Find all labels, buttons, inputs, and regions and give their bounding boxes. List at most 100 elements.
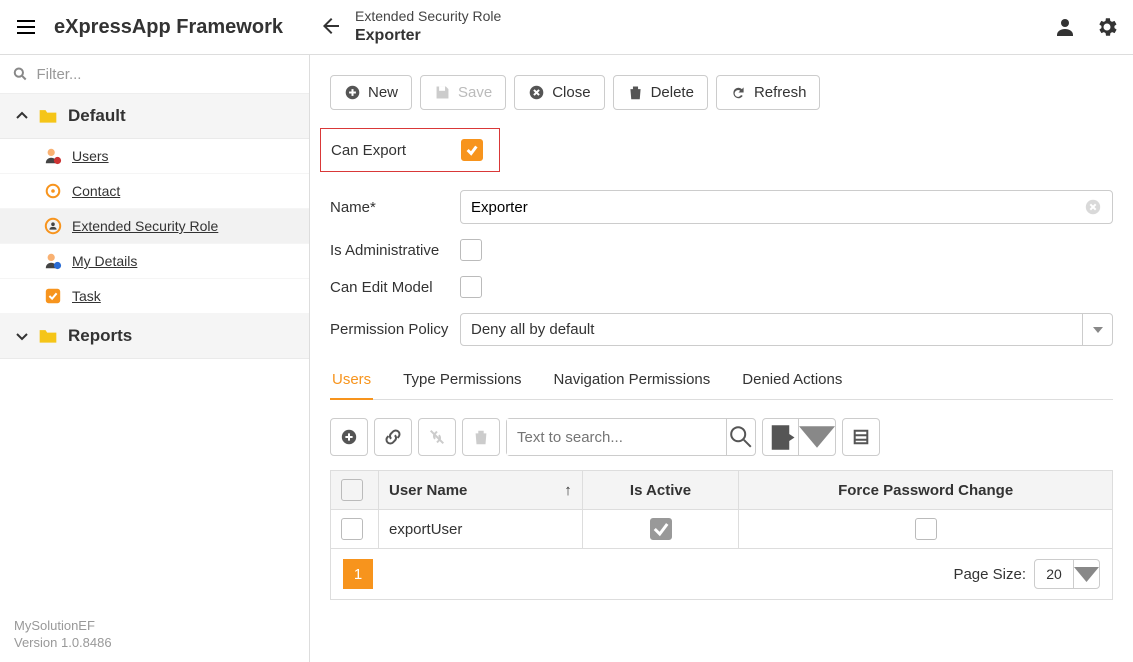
main-toolbar: New Save Close Delete Refresh xyxy=(330,75,1113,110)
can-edit-model-checkbox[interactable] xyxy=(460,276,482,298)
task-icon xyxy=(44,287,62,305)
trash-icon xyxy=(472,428,490,446)
delete-button[interactable]: Delete xyxy=(613,75,708,110)
top-bar: eXpressApp Framework Extended Security R… xyxy=(0,0,1133,55)
sidebar-item-label: Contact xyxy=(72,183,120,199)
tab-users[interactable]: Users xyxy=(330,361,373,400)
folder-icon xyxy=(38,107,58,125)
col-is-active[interactable]: Is Active xyxy=(582,471,739,510)
hamburger-icon[interactable] xyxy=(14,15,38,39)
close-circle-icon xyxy=(528,84,545,101)
columns-icon xyxy=(852,428,870,446)
refresh-button[interactable]: Refresh xyxy=(716,75,821,110)
nav-group-reports[interactable]: Reports xyxy=(0,314,309,359)
floppy-icon xyxy=(434,84,451,101)
sort-asc-icon: ↑ xyxy=(564,482,572,499)
select-all-checkbox[interactable] xyxy=(341,479,363,501)
sidebar-item-my-details[interactable]: My Details xyxy=(0,244,309,279)
cell-is-active-checkbox[interactable] xyxy=(650,518,672,540)
delete-row-button[interactable] xyxy=(462,418,500,456)
name-row: Name* xyxy=(330,190,1113,224)
breadcrumb: Extended Security Role xyxy=(355,8,501,26)
page-size-select[interactable]: 20 xyxy=(1034,559,1100,589)
users-sub-toolbar xyxy=(330,418,1113,456)
page-title: Exporter xyxy=(355,26,501,46)
sidebar-item-security-role[interactable]: Extended Security Role xyxy=(0,209,309,244)
back-icon[interactable] xyxy=(319,14,343,41)
page-number[interactable]: 1 xyxy=(343,559,373,589)
sidebar-item-users[interactable]: Users xyxy=(0,139,309,174)
table-row[interactable]: exportUser xyxy=(331,510,1113,549)
grid-search-box xyxy=(506,418,756,456)
user-role-icon xyxy=(44,147,62,165)
main-content: New Save Close Delete Refresh Can Export xyxy=(310,55,1133,662)
plus-circle-icon xyxy=(340,428,358,446)
table-header-row: User Name ↑ Is Active Force Password Cha… xyxy=(331,471,1113,510)
refresh-icon xyxy=(730,84,747,101)
col-user-name[interactable]: User Name ↑ xyxy=(379,471,583,510)
magnifier-icon xyxy=(12,65,28,83)
permission-policy-select[interactable]: Deny all by default xyxy=(460,313,1113,346)
close-button[interactable]: Close xyxy=(514,75,604,110)
cell-user-name: exportUser xyxy=(379,510,583,549)
field-label: Can Edit Model xyxy=(330,279,460,296)
contact-icon xyxy=(44,182,62,200)
is-admin-checkbox[interactable] xyxy=(460,239,482,261)
save-button[interactable]: Save xyxy=(420,75,506,110)
can-edit-model-row: Can Edit Model xyxy=(330,276,1113,298)
filter-input[interactable] xyxy=(36,66,297,83)
settings-icon[interactable] xyxy=(1095,15,1119,39)
folder-icon xyxy=(38,327,58,345)
security-role-icon xyxy=(44,217,62,235)
col-force-pw[interactable]: Force Password Change xyxy=(739,471,1113,510)
chevron-down-icon[interactable] xyxy=(799,419,835,455)
sidebar-item-label: Task xyxy=(72,288,101,304)
page-size-value: 20 xyxy=(1035,560,1073,588)
link-button[interactable] xyxy=(374,418,412,456)
export-split-button[interactable] xyxy=(762,418,836,456)
field-label: Can Export xyxy=(331,142,461,159)
detail-tabs: Users Type Permissions Navigation Permis… xyxy=(330,361,1113,400)
columns-button[interactable] xyxy=(842,418,880,456)
page-title-block: Extended Security Role Exporter xyxy=(355,8,501,46)
brand-label: eXpressApp Framework xyxy=(54,16,283,39)
add-row-button[interactable] xyxy=(330,418,368,456)
select-value: Deny all by default xyxy=(461,314,1082,345)
field-label: Name* xyxy=(330,199,460,216)
page-size-label: Page Size: xyxy=(953,566,1026,583)
grid-search-input[interactable] xyxy=(507,419,726,455)
chevron-up-icon xyxy=(14,108,30,124)
tab-denied-actions[interactable]: Denied Actions xyxy=(740,361,844,399)
name-input[interactable] xyxy=(471,199,1084,216)
solution-name: MySolutionEF xyxy=(14,618,295,635)
button-label: Save xyxy=(458,84,492,101)
nav-items: Users Contact Extended Security Role My … xyxy=(0,139,309,314)
row-select-checkbox[interactable] xyxy=(341,518,363,540)
user-icon[interactable] xyxy=(1053,15,1077,39)
button-label: New xyxy=(368,84,398,101)
button-label: Delete xyxy=(651,84,694,101)
users-grid: User Name ↑ Is Active Force Password Cha… xyxy=(330,470,1113,549)
clear-icon[interactable] xyxy=(1084,198,1102,216)
button-label: Refresh xyxy=(754,84,807,101)
tab-type-permissions[interactable]: Type Permissions xyxy=(401,361,523,399)
field-label: Permission Policy xyxy=(330,321,460,338)
unlink-button[interactable] xyxy=(418,418,456,456)
new-button[interactable]: New xyxy=(330,75,412,110)
can-export-checkbox[interactable] xyxy=(461,139,483,161)
can-export-row: Can Export xyxy=(320,128,500,172)
permission-policy-row: Permission Policy Deny all by default xyxy=(330,313,1113,346)
sidebar-item-task[interactable]: Task xyxy=(0,279,309,314)
cell-force-pw-checkbox[interactable] xyxy=(915,518,937,540)
export-icon[interactable] xyxy=(763,419,799,455)
nav-group-default[interactable]: Default xyxy=(0,94,309,139)
field-label: Is Administrative xyxy=(330,242,460,259)
tab-navigation-permissions[interactable]: Navigation Permissions xyxy=(552,361,713,399)
dropdown-caret[interactable] xyxy=(1082,314,1112,345)
grid-search-button[interactable] xyxy=(726,419,755,455)
link-icon xyxy=(384,428,402,446)
chevron-down-icon[interactable] xyxy=(1073,560,1099,588)
unlink-icon xyxy=(428,428,446,446)
sidebar-item-label: My Details xyxy=(72,253,137,269)
sidebar-item-contact[interactable]: Contact xyxy=(0,174,309,209)
